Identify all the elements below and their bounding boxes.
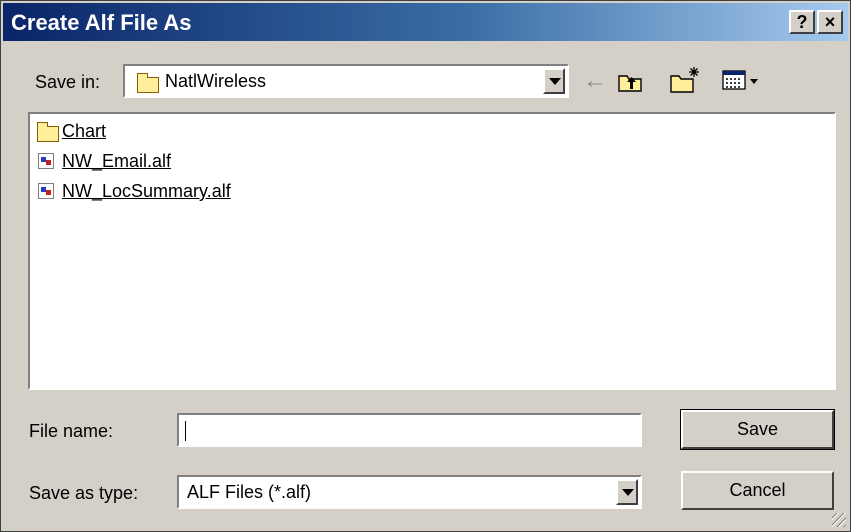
save-as-type-value: ALF Files (*.alf) <box>187 482 312 502</box>
chevron-down-icon <box>549 78 561 85</box>
window-title: Create Alf File As <box>11 10 192 35</box>
list-item[interactable]: Chart <box>36 120 156 144</box>
back-icon[interactable]: ← <box>583 67 607 95</box>
list-item[interactable]: NW_LocSummary.alf <box>36 180 296 204</box>
alf-file-icon <box>38 153 54 169</box>
save-in-dropdown[interactable]: NatlWireless <box>123 64 569 98</box>
text-caret <box>185 421 186 441</box>
folder-icon <box>37 122 59 142</box>
file-name: Chart <box>62 121 107 141</box>
resize-grip-icon[interactable] <box>832 513 846 527</box>
save-as-type-dropdown-arrow[interactable] <box>616 479 638 505</box>
new-folder-icon[interactable] <box>669 65 701 95</box>
save-in-label: Save in: <box>35 72 101 92</box>
file-name-label: File name: <box>29 421 114 441</box>
file-name-input[interactable] <box>177 413 642 447</box>
save-as-type-label: Save as type: <box>29 483 139 503</box>
chevron-down-icon <box>622 489 634 496</box>
title-bar[interactable]: Create Alf File As ? × <box>3 3 848 41</box>
alf-file-icon <box>38 183 54 199</box>
cancel-button[interactable]: Cancel <box>681 471 834 510</box>
create-alf-file-dialog: Create Alf File As ? × Save in: NatlWire… <box>0 0 851 532</box>
list-item[interactable]: NW_Email.alf <box>36 150 226 174</box>
file-name: NW_Email.alf <box>62 151 172 171</box>
file-list[interactable]: Chart NW_Email.alf NW_LocSummary.alf <box>28 112 836 390</box>
folder-icon <box>137 73 159 93</box>
file-name: NW_LocSummary.alf <box>62 181 231 201</box>
help-button[interactable]: ? <box>789 10 815 34</box>
view-menu-icon[interactable] <box>721 67 765 95</box>
save-in-value: NatlWireless <box>165 71 267 91</box>
save-as-type-dropdown[interactable]: ALF Files (*.alf) <box>177 475 642 509</box>
close-button[interactable]: × <box>817 10 843 34</box>
save-in-dropdown-arrow[interactable] <box>543 68 565 94</box>
up-one-level-icon[interactable] <box>617 69 645 95</box>
save-button[interactable]: Save <box>680 409 835 450</box>
